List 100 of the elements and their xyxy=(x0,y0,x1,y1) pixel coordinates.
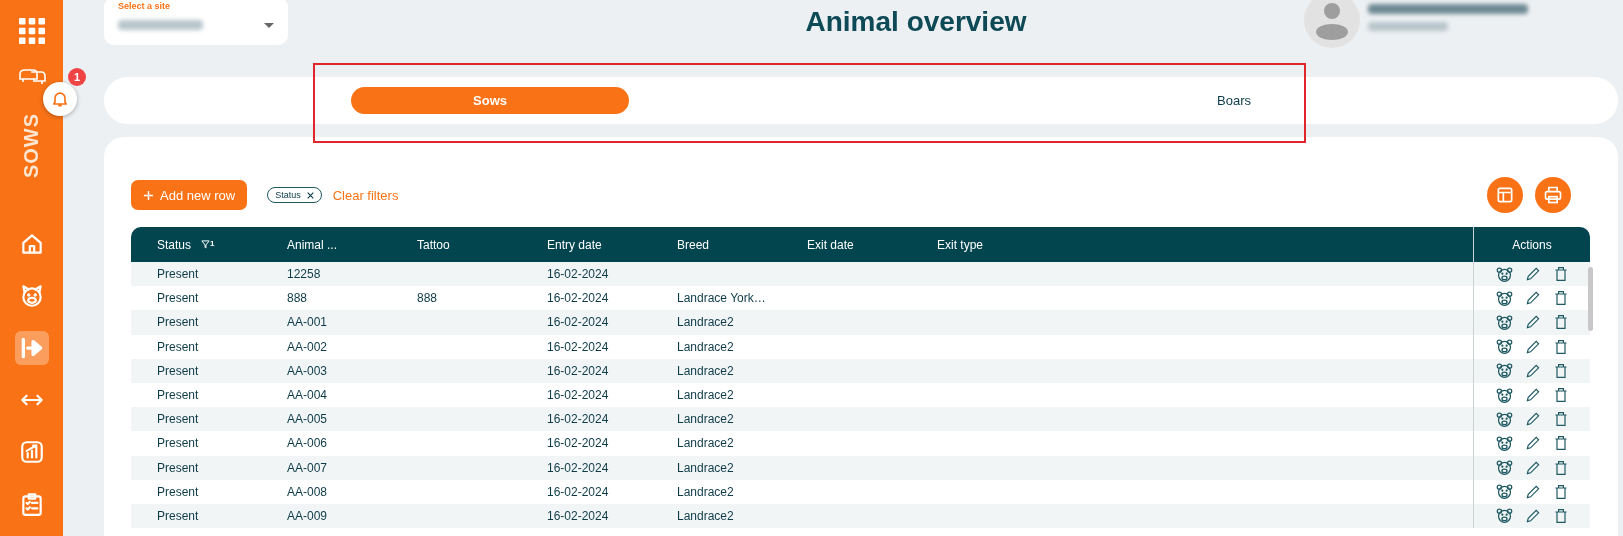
table-cell: 12258 xyxy=(287,267,321,282)
table-cell: Present xyxy=(157,508,199,523)
column-header[interactable]: Status xyxy=(157,237,192,252)
edit-icon[interactable] xyxy=(1524,387,1541,404)
plus-icon xyxy=(143,189,154,201)
table-cell: AA-006 xyxy=(287,436,328,451)
table-cell: 16-02-2024 xyxy=(547,315,609,330)
pig-icon[interactable] xyxy=(1495,507,1513,525)
delete-icon[interactable] xyxy=(1552,362,1569,379)
table-cell: Present xyxy=(157,412,199,427)
notification-button[interactable] xyxy=(43,82,77,116)
table-cell: AA-005 xyxy=(287,412,328,427)
nav-exit-button[interactable] xyxy=(14,331,49,365)
pig-icon[interactable] xyxy=(1495,289,1513,307)
pig-icon[interactable] xyxy=(1495,459,1513,477)
table-cell: Landrace2 xyxy=(677,363,734,378)
table-cell: 888 xyxy=(287,291,308,306)
table-cell: 16-02-2024 xyxy=(547,460,609,475)
delete-icon[interactable] xyxy=(1552,411,1569,428)
chart-icon xyxy=(18,439,45,465)
table-cell: 16-02-2024 xyxy=(547,412,609,427)
print-icon xyxy=(1543,185,1563,205)
pig-icon[interactable] xyxy=(1495,265,1513,283)
table-cell: 16-02-2024 xyxy=(547,267,609,282)
tab[interactable]: Boars xyxy=(1095,87,1373,114)
table-cell: Present xyxy=(157,291,199,306)
table-cell: Landrace York… xyxy=(677,291,766,306)
close-icon[interactable] xyxy=(306,191,314,199)
notification-badge: 1 xyxy=(68,68,86,86)
delete-icon[interactable] xyxy=(1552,435,1569,452)
table-cell: Present xyxy=(157,315,199,330)
table-cell: Landrace2 xyxy=(677,339,734,354)
table-cell: Landrace2 xyxy=(677,436,734,451)
page-title: Animal overview xyxy=(804,6,1028,38)
pig-icon[interactable] xyxy=(1495,338,1513,356)
column-header[interactable]: Animal ... xyxy=(287,237,337,252)
table-cell: Present xyxy=(157,388,199,403)
pig-icon[interactable] xyxy=(1495,386,1513,404)
apps-grid-icon[interactable] xyxy=(18,18,45,44)
filter-indicator[interactable]: 1 xyxy=(201,240,215,249)
column-header[interactable]: Exit type xyxy=(937,237,984,252)
delete-icon[interactable] xyxy=(1552,314,1569,331)
table-cell: Present xyxy=(157,436,199,451)
table-cell: AA-008 xyxy=(287,484,328,499)
pig-icon[interactable] xyxy=(1495,313,1513,331)
edit-icon[interactable] xyxy=(1524,483,1541,500)
columns-button[interactable] xyxy=(1487,177,1523,213)
bell-icon xyxy=(50,89,70,109)
table-cell: Present xyxy=(157,267,199,282)
table-cell: 888 xyxy=(417,291,438,306)
edit-icon[interactable] xyxy=(1524,507,1541,524)
pig-icon[interactable] xyxy=(1495,483,1513,501)
edit-icon[interactable] xyxy=(1524,290,1541,307)
table-layout-icon xyxy=(1495,185,1515,205)
table-cell: Present xyxy=(157,460,199,475)
column-header[interactable]: Exit date xyxy=(807,237,854,252)
delete-icon[interactable] xyxy=(1552,266,1569,283)
table-cell: 16-02-2024 xyxy=(547,436,609,451)
table-cell: AA-003 xyxy=(287,363,328,378)
caret-icon xyxy=(264,22,274,28)
table-cell: 16-02-2024 xyxy=(547,388,609,403)
edit-icon[interactable] xyxy=(1524,362,1541,379)
table-cell: Landrace2 xyxy=(677,508,734,523)
filter-icon xyxy=(201,240,211,249)
table-cell: 16-02-2024 xyxy=(547,339,609,354)
delete-icon[interactable] xyxy=(1552,338,1569,355)
table-cell: Landrace2 xyxy=(677,484,734,499)
delete-icon[interactable] xyxy=(1552,387,1569,404)
delete-icon[interactable] xyxy=(1552,290,1569,307)
table-cell: Present xyxy=(157,484,199,499)
scrollbar-thumb[interactable] xyxy=(1588,267,1593,331)
delete-icon[interactable] xyxy=(1552,459,1569,476)
app-label: SOWS xyxy=(20,112,43,179)
table-cell: AA-002 xyxy=(287,339,328,354)
table-cell: 16-02-2024 xyxy=(547,363,609,378)
edit-icon[interactable] xyxy=(1524,411,1541,428)
edit-icon[interactable] xyxy=(1524,314,1541,331)
edit-icon[interactable] xyxy=(1524,435,1541,452)
pig-icon[interactable] xyxy=(1495,362,1513,380)
table-cell: 16-02-2024 xyxy=(547,508,609,523)
delete-icon[interactable] xyxy=(1552,483,1569,500)
column-header[interactable]: Tattoo xyxy=(417,237,450,252)
column-header: Actions xyxy=(1512,237,1552,252)
table-cell: 16-02-2024 xyxy=(547,484,609,499)
table-cell: AA-001 xyxy=(287,315,328,330)
pig-icon[interactable] xyxy=(1495,410,1513,428)
edit-icon[interactable] xyxy=(1524,266,1541,283)
table-cell: 16-02-2024 xyxy=(547,291,609,306)
edit-icon[interactable] xyxy=(1524,338,1541,355)
delete-icon[interactable] xyxy=(1552,507,1569,524)
column-header[interactable]: Breed xyxy=(677,237,710,252)
table-cell: Landrace2 xyxy=(677,412,734,427)
table-cell: Present xyxy=(157,339,199,354)
table-cell: AA-004 xyxy=(287,388,328,403)
pig-icon[interactable] xyxy=(1495,434,1513,452)
table-cell: AA-009 xyxy=(287,508,328,523)
print-button[interactable] xyxy=(1535,177,1571,213)
column-header[interactable]: Entry date xyxy=(547,237,602,252)
table-cell: Landrace2 xyxy=(677,388,734,403)
edit-icon[interactable] xyxy=(1524,459,1541,476)
